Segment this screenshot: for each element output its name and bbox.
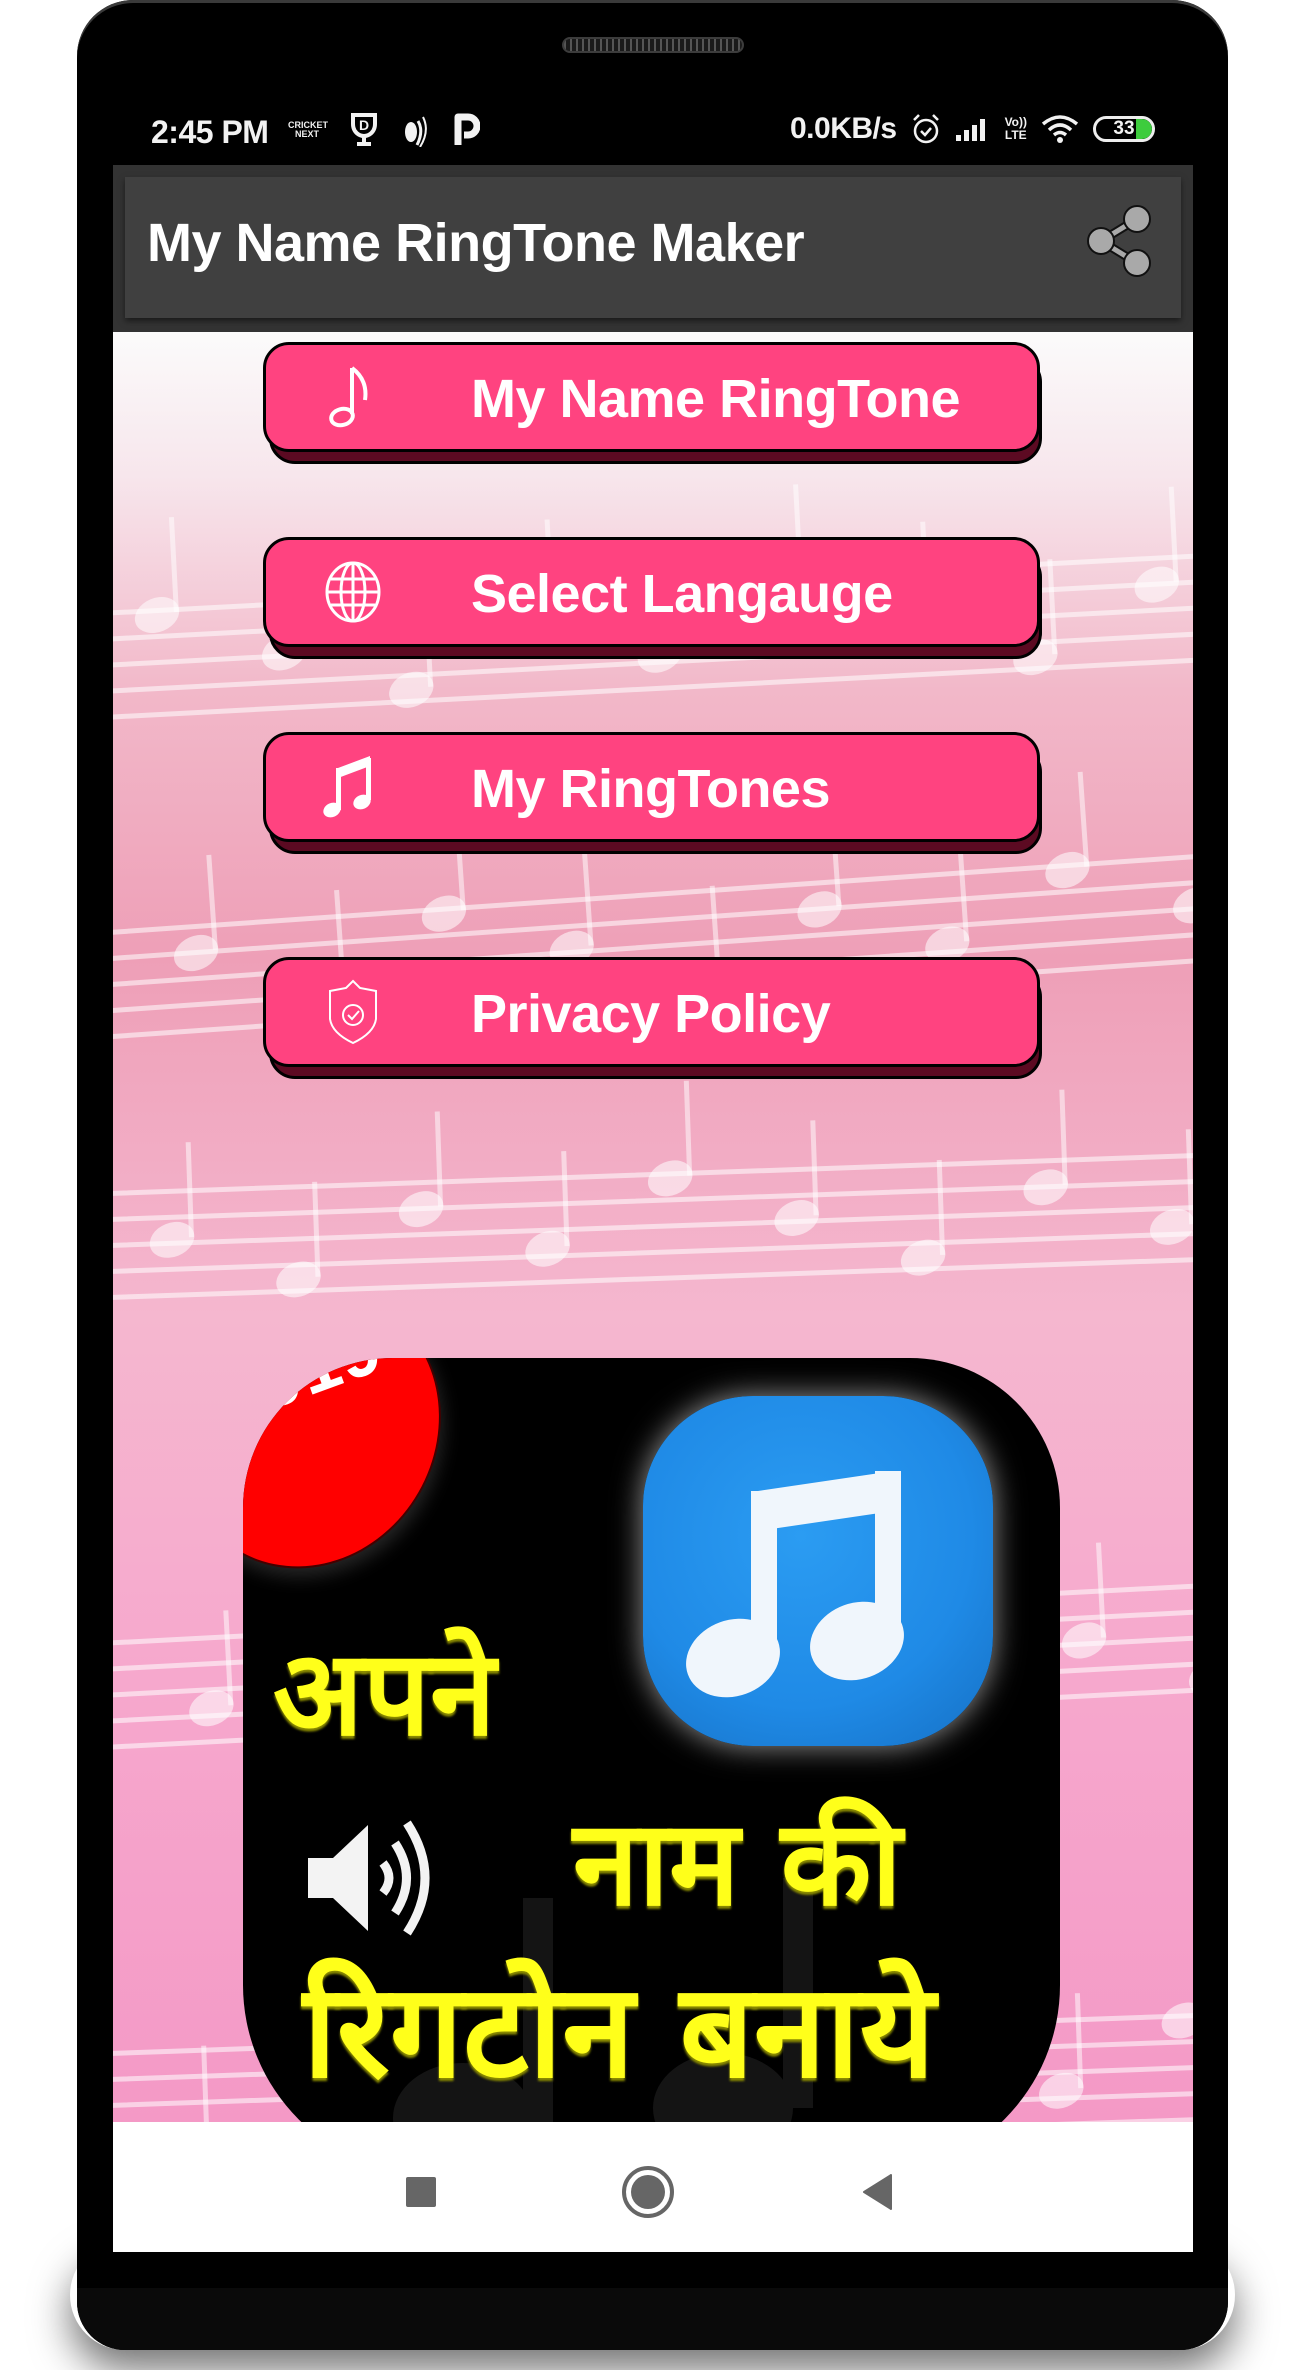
speaker-volume-icon — [308, 1820, 430, 1936]
volte-line2: LTE — [1004, 128, 1027, 142]
battery-fill — [1136, 119, 1152, 139]
share-icon[interactable] — [1079, 201, 1159, 281]
background-note — [1156, 1996, 1193, 2045]
button-label: Select Langauge — [471, 564, 893, 624]
shield-check-icon — [329, 979, 377, 1045]
double-music-note-icon — [323, 756, 371, 818]
signal-icon — [955, 119, 985, 141]
content-area: My Name RingTone Select Langauge My Ring… — [113, 332, 1193, 2122]
staff — [113, 771, 1193, 1042]
music-note-icon — [686, 1471, 904, 1698]
navigation-bar — [113, 2122, 1193, 2252]
banner-text-line3: रिगटोन बनाये — [303, 1955, 936, 2107]
dream11-trophy-icon: D — [351, 113, 377, 146]
music-note-icon — [329, 366, 368, 428]
banner-card: 2019 अपने नाम की रिगटोन बनाये — [243, 1358, 1060, 2122]
background-note — [1167, 880, 1193, 931]
year-badge-text: 2019 — [243, 1358, 393, 1440]
cricket-next-line2: NEXT — [294, 129, 319, 139]
cricket-next-icon: CRICKET NEXT — [288, 121, 328, 139]
promo-banner[interactable]: 2019 अपने नाम की रिगटोन बनाये — [243, 1358, 1060, 2122]
phone-chin — [77, 2288, 1228, 2350]
battery-level: 33 — [1113, 118, 1135, 139]
battery-icon: 33 — [1093, 116, 1155, 142]
button-label: Privacy Policy — [471, 984, 831, 1044]
back-button[interactable] — [848, 2162, 908, 2222]
music-app-icon — [643, 1396, 993, 1746]
svg-text:D: D — [359, 117, 369, 133]
globe-icon — [325, 561, 381, 623]
my-name-ringtone-button[interactable]: My Name RingTone — [263, 342, 1042, 464]
p-app-icon — [454, 113, 480, 145]
app-bar: My Name RingTone Maker — [113, 165, 1193, 332]
network-speed: 0.0KB/s — [790, 112, 897, 145]
recents-square-icon — [406, 2177, 436, 2207]
privacy-policy-button[interactable]: Privacy Policy — [263, 957, 1042, 1079]
home-circle-icon — [622, 2166, 674, 2218]
volte-icon: Vo)) LTE — [1005, 116, 1027, 142]
button-label: My RingTones — [471, 759, 831, 819]
button-label: My Name RingTone — [471, 369, 961, 429]
background-note-stem — [201, 2045, 210, 2122]
my-ringtones-button[interactable]: My RingTones — [263, 732, 1042, 854]
back-triangle-icon — [863, 2174, 892, 2210]
status-bar: 2:45 PM CRICKET NEXT D 0.0KB/s Vo)) LTE … — [113, 100, 1193, 165]
banner-text-line1: अपने — [273, 1624, 496, 1762]
staff — [113, 1080, 1193, 1304]
select-language-button[interactable]: Select Langauge — [263, 537, 1042, 659]
app-title: My Name RingTone Maker — [147, 213, 805, 273]
wifi-icon — [1041, 115, 1079, 143]
recents-button[interactable] — [391, 2162, 451, 2222]
year-badge: 2019 — [243, 1358, 491, 1617]
stripes-app-icon — [405, 116, 427, 147]
banner-text-line2: नाम की — [573, 1794, 902, 1932]
home-button[interactable] — [618, 2162, 678, 2222]
alarm-icon — [912, 114, 939, 144]
earpiece-speaker — [562, 37, 744, 53]
screen: 2:45 PM CRICKET NEXT D 0.0KB/s Vo)) LTE … — [113, 100, 1193, 2252]
system-status-icons: 0.0KB/s Vo)) LTE 33 — [790, 112, 1155, 146]
app-bar-inner: My Name RingTone Maker — [125, 177, 1181, 318]
background-note — [1183, 1653, 1193, 1703]
notification-icons: CRICKET NEXT D — [288, 112, 480, 148]
status-time: 2:45 PM — [151, 114, 269, 150]
